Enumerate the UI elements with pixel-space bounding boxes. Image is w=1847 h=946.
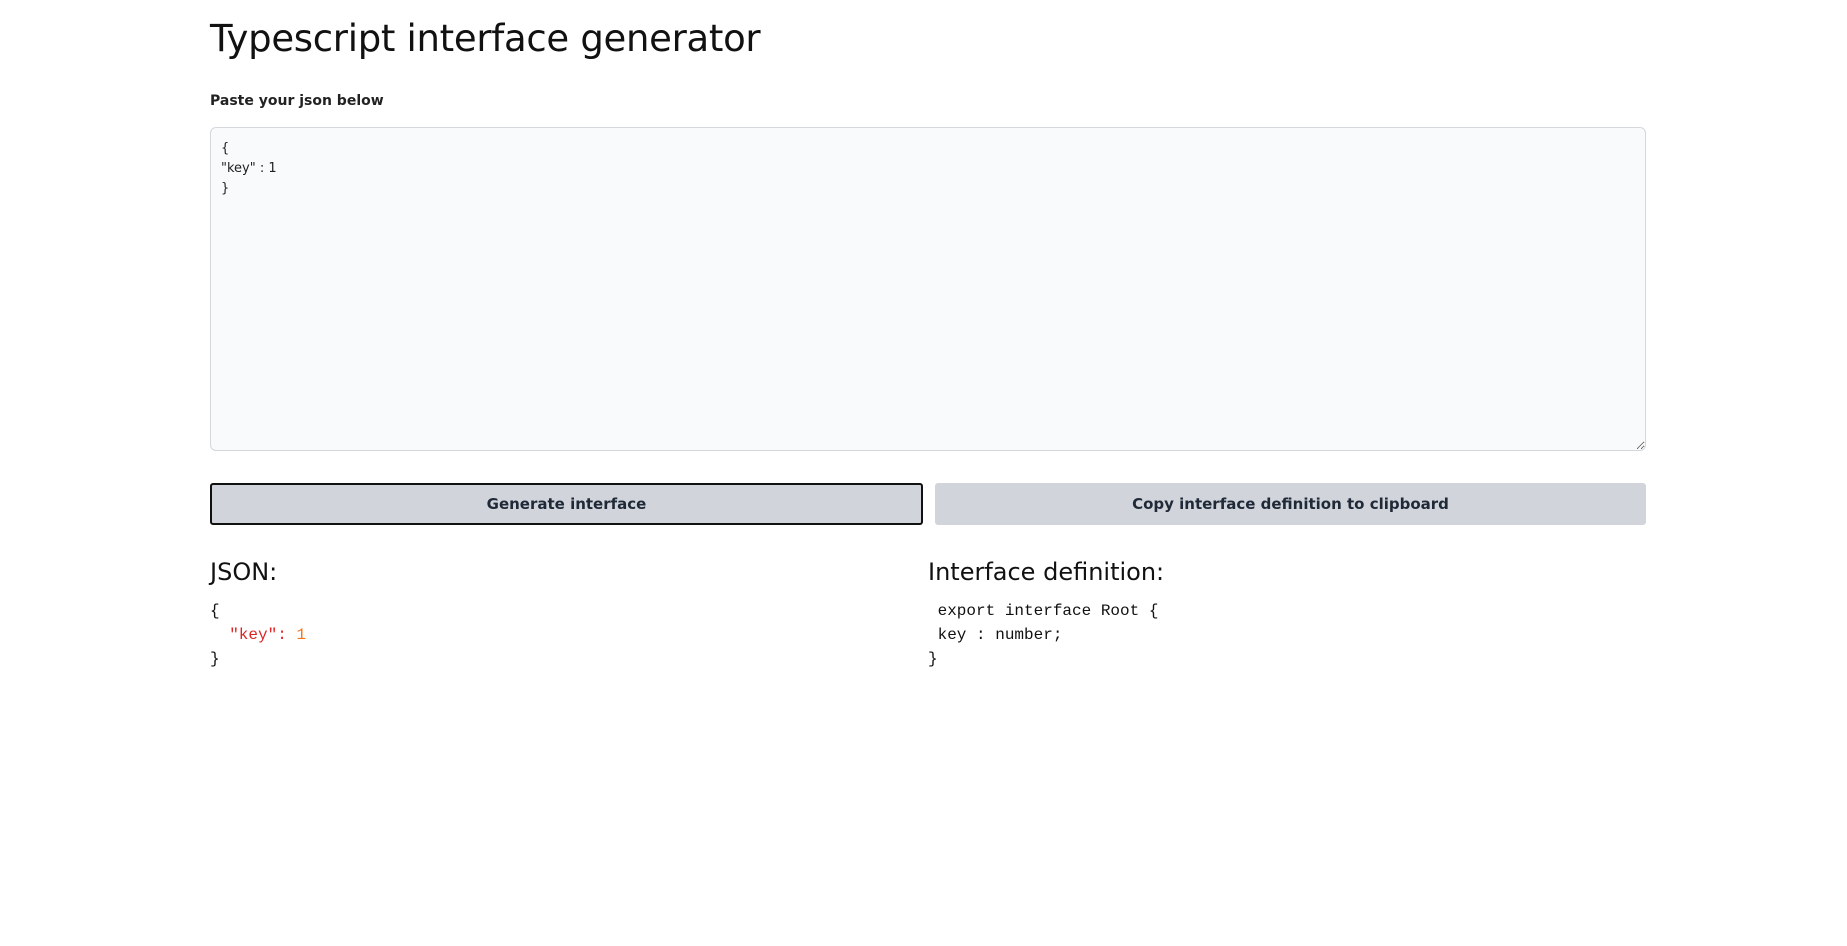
interface-line-1: export interface Root { <box>928 602 1159 620</box>
json-value: 1 <box>296 626 307 644</box>
generate-interface-button[interactable]: Generate interface <box>210 483 923 525</box>
page: Typescript interface generator Paste you… <box>0 0 1847 946</box>
json-input[interactable]: { "key" : 1 } <box>210 127 1646 451</box>
interface-line-2: key : number; <box>928 626 1063 644</box>
copy-to-clipboard-button[interactable]: Copy interface definition to clipboard <box>935 483 1646 525</box>
json-key: "key": <box>229 626 287 644</box>
interface-output: export interface Root { key : number; } <box>928 599 1158 671</box>
interface-line-3: } <box>928 650 938 668</box>
json-close-brace: } <box>210 650 220 668</box>
json-output: { "key": 1 } <box>210 599 306 671</box>
page-title: Typescript interface generator <box>210 17 761 60</box>
json-input-label: Paste your json below <box>210 93 384 109</box>
json-output-title: JSON: <box>210 558 278 586</box>
interface-output-title: Interface definition: <box>928 558 1165 586</box>
json-open-brace: { <box>210 602 220 620</box>
